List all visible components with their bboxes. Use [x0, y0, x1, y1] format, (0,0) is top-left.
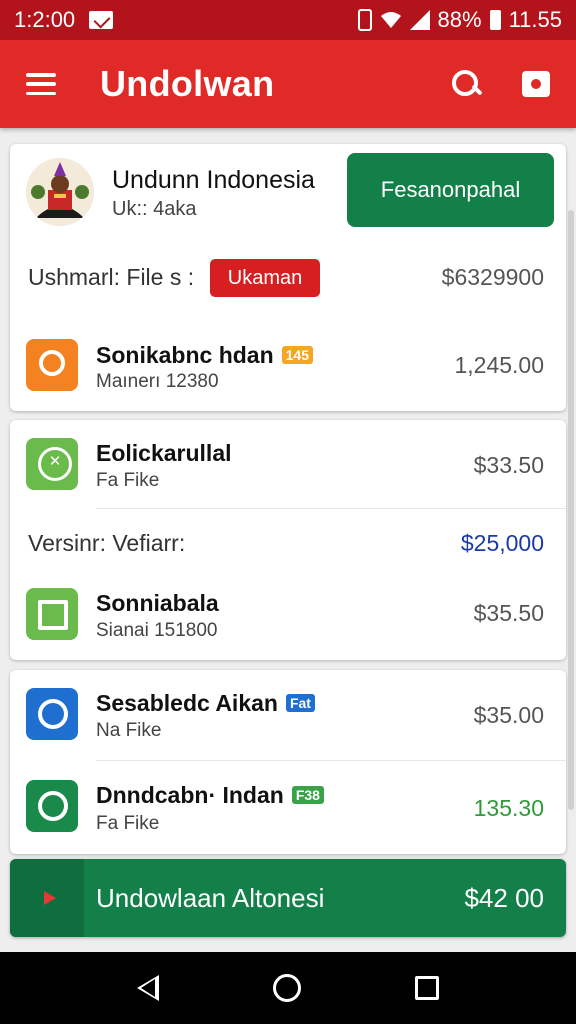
play-box — [10, 859, 84, 937]
item-badge: F38 — [291, 786, 324, 804]
battery-icon — [489, 10, 501, 30]
message-icon — [26, 780, 78, 832]
chat-icon — [26, 688, 78, 740]
status-time-left: 1:2:00 — [14, 7, 76, 32]
list-item-amount: 135.30 — [473, 795, 544, 821]
list-item-title: Sonikabnc hdan 145 — [96, 342, 313, 369]
list-item-title: Sonniabala — [96, 590, 219, 616]
status-time-right: 11.55 — [508, 7, 562, 32]
list-item-subtitle: Na Fike — [96, 720, 162, 741]
close-circle-icon — [26, 438, 78, 490]
total-amount: $6329900 — [441, 264, 544, 290]
list-item-title: Eolickarullal — [96, 440, 232, 466]
download-label: Undowlaan Altonesi — [96, 883, 325, 913]
list-item-subtitle: Fa Fike — [96, 470, 160, 491]
divider — [96, 760, 566, 761]
account-card: Undunn Indonesia Uk:: 4aka Fesanonpahal … — [10, 144, 566, 411]
mail-icon — [89, 11, 114, 29]
version-amount: $25,000 — [460, 530, 544, 556]
square-app-icon — [26, 588, 78, 640]
wifi-icon — [380, 12, 401, 28]
transactions-card: Eolickarullal Fa Fike $33.50 Versinr: Ve… — [10, 420, 566, 660]
download-button[interactable]: Undowlaan Altonesi $42 00 — [10, 859, 566, 937]
file-label: Ushmarl: File s : — [28, 264, 195, 290]
list-item-amount: $35.50 — [473, 600, 544, 626]
signal-icon — [409, 10, 430, 30]
list-item-subtitle: Maınerı 12380 — [96, 371, 219, 392]
menu-icon[interactable] — [26, 73, 56, 95]
list-item-title: Dnndcabn· Indan F38 — [96, 782, 324, 809]
search-app-icon — [26, 339, 78, 391]
list-item-subtitle: Sianai 151800 — [96, 620, 218, 641]
play-icon — [44, 891, 56, 905]
item-badge: Fat — [285, 694, 315, 712]
item-badge: 145 — [281, 346, 313, 364]
nav-bar — [0, 952, 576, 1024]
status-bar: 1:2:00 88% 11.55 — [0, 0, 576, 40]
list-item-subtitle: Fa Fike — [96, 813, 160, 834]
list-item-amount: $35.00 — [473, 702, 544, 728]
list-item-amount: 1,245.00 — [454, 352, 544, 378]
vibrate-icon — [357, 9, 372, 31]
version-label: Versinr: Vefiarr: — [28, 530, 186, 556]
search-icon[interactable] — [450, 68, 482, 100]
ticket-icon[interactable] — [522, 71, 550, 97]
home-icon[interactable] — [273, 974, 301, 1002]
app-bar: Undolwan — [0, 40, 576, 128]
recents-icon[interactable] — [415, 976, 439, 1000]
primary-action-button[interactable]: Fesanonpahal — [347, 153, 554, 227]
divider — [96, 508, 566, 509]
list-item-title: Sesabledc Aikan Fat — [96, 690, 315, 717]
items-card: Sesabledc Aikan Fat Na Fike $35.00 Dnndca… — [10, 670, 566, 854]
list-item-amount: $33.50 — [473, 452, 544, 478]
avatar — [26, 158, 94, 226]
status-badge[interactable]: Ukaman — [210, 259, 320, 297]
app-title: Undolwan — [100, 63, 275, 104]
scrollbar[interactable] — [568, 210, 574, 810]
account-name: Undunn Indonesia — [112, 166, 315, 194]
download-amount: $42 00 — [464, 883, 544, 913]
battery-percent: 88% — [437, 7, 482, 32]
account-subtitle: Uk:: 4aka — [112, 198, 197, 220]
back-icon[interactable] — [137, 975, 159, 1001]
